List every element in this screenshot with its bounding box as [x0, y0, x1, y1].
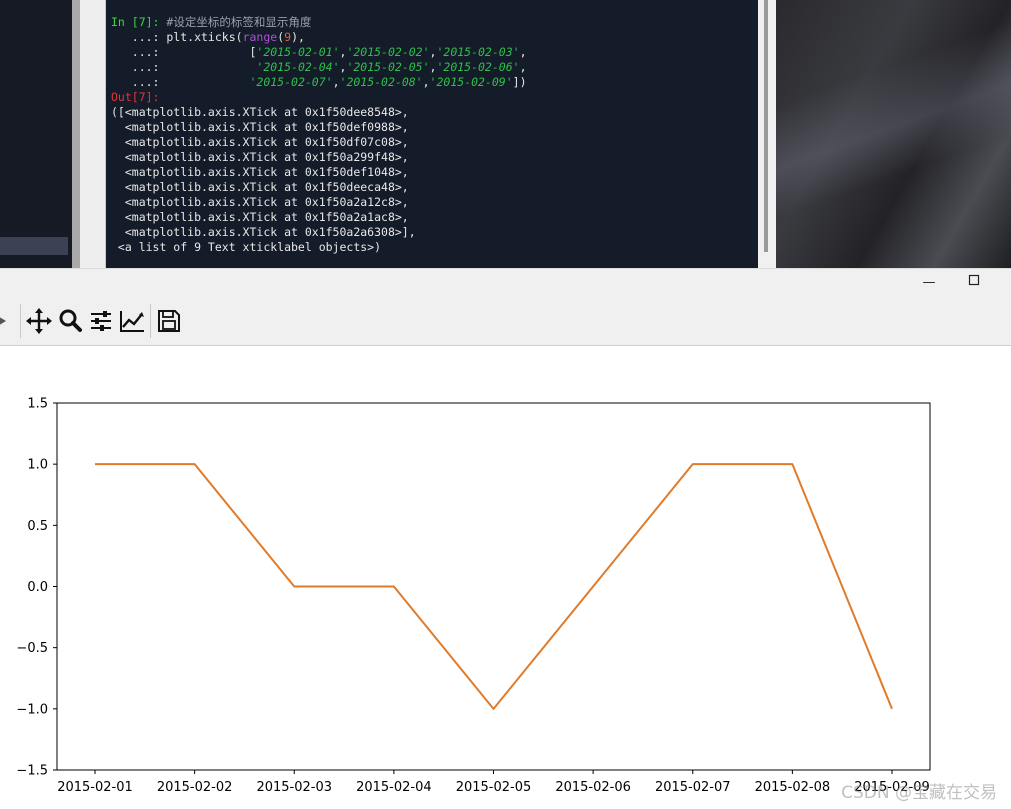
- forward-arrow-icon: [0, 317, 6, 325]
- console-token: <matplotlib.axis.XTick at 0x1f50a299f48>…: [111, 150, 409, 164]
- x-tick-label: 2015-02-02: [157, 780, 233, 795]
- y-tick-label: 1.5: [27, 397, 48, 412]
- console-token: <matplotlib.axis.XTick at 0x1f50a2a1ac8>…: [111, 210, 409, 224]
- zoom-button[interactable]: [55, 306, 85, 336]
- console-token: ,: [519, 45, 527, 59]
- y-tick-label: −1.0: [16, 702, 48, 717]
- console-token: '2015-02-06': [436, 60, 520, 74]
- console-token: <matplotlib.axis.XTick at 0x1f50a2a6308>…: [111, 225, 416, 239]
- console-token: ,: [422, 75, 430, 89]
- console-line: <matplotlib.axis.XTick at 0x1f50df07c08>…: [111, 135, 409, 149]
- watermark: CSDN @宝藏在交易: [841, 783, 997, 803]
- x-tick-label: 2015-02-03: [256, 780, 332, 795]
- console-token: <matplotlib.axis.XTick at 0x1f50a2a12c8>…: [111, 195, 409, 209]
- forward-button[interactable]: [0, 306, 16, 336]
- console-line: ...: '2015-02-04','2015-02-05','2015-02-…: [111, 60, 527, 74]
- console-token: range: [242, 30, 278, 44]
- console-token: ,: [332, 75, 340, 89]
- x-tick-label: 2015-02-01: [57, 780, 133, 795]
- console-token: ...: [: [111, 45, 257, 59]
- console-line: <matplotlib.axis.XTick at 0x1f50a2a1ac8>…: [111, 210, 409, 224]
- console-token: ...:: [111, 75, 250, 89]
- console-token: '2015-02-05': [346, 60, 430, 74]
- console-token: Out[7]:: [111, 90, 160, 104]
- console-token: '2015-02-02': [346, 45, 430, 59]
- console-scrollbar[interactable]: [758, 0, 776, 268]
- y-tick-label: −1.5: [16, 764, 48, 779]
- console-line: <matplotlib.axis.XTick at 0x1f50def1048>…: [111, 165, 409, 179]
- console-strip: In [7]: #设定坐标的标签和显示角度 ...: plt.xticks(ra…: [0, 0, 1011, 268]
- background-photo: [776, 0, 1011, 268]
- y-tick-label: 1.0: [27, 458, 48, 473]
- console-token: <a list of 9 Text xticklabel objects>): [111, 240, 382, 254]
- console-token: ([<matplotlib.axis.XTick at 0x1f50dee854…: [111, 105, 409, 119]
- console-token: In [7]:: [111, 15, 167, 29]
- x-tick-label: 2015-02-04: [356, 780, 432, 795]
- console-token: '2015-02-01': [256, 45, 340, 59]
- x-tick-label: 2015-02-05: [456, 780, 532, 795]
- console-token: ]): [512, 75, 527, 89]
- console-line: ...: ['2015-02-01','2015-02-02','2015-02…: [111, 45, 527, 59]
- console-token: ),: [291, 30, 305, 44]
- selected-row[interactable]: [0, 237, 68, 255]
- zoom-magnifier-icon: [59, 309, 82, 332]
- save-button[interactable]: [154, 306, 184, 336]
- figure-titlebar: —: [0, 268, 1011, 299]
- pan-button[interactable]: [24, 306, 54, 336]
- console-line: ...: plt.xticks(range(9),: [111, 30, 305, 44]
- scrollbar-thumb[interactable]: [764, 0, 768, 252]
- save-floppy-icon: [158, 310, 180, 332]
- console-token: '2015-02-09': [429, 75, 513, 89]
- console-line: <matplotlib.axis.XTick at 0x1f50a299f48>…: [111, 150, 409, 164]
- configure-subplots-icon: [91, 311, 111, 331]
- maximize-icon: [968, 274, 980, 286]
- toolbar-separator: [150, 304, 151, 338]
- console-token: ,: [519, 60, 527, 74]
- console-gutter: [80, 0, 106, 268]
- console-line: ([<matplotlib.axis.XTick at 0x1f50dee854…: [111, 105, 409, 119]
- console-line: Out[7]:: [111, 90, 159, 104]
- y-tick-label: −0.5: [16, 641, 48, 656]
- maximize-button[interactable]: [960, 271, 988, 295]
- x-tick-label: 2015-02-08: [755, 780, 831, 795]
- console-token: <matplotlib.axis.XTick at 0x1f50def0988>…: [111, 120, 409, 134]
- axes-frame: [56, 402, 931, 771]
- console-line: <matplotlib.axis.XTick at 0x1f50a2a12c8>…: [111, 195, 409, 209]
- figure-toolbar: [0, 298, 1011, 346]
- console-line: <matplotlib.axis.XTick at 0x1f50def0988>…: [111, 120, 409, 134]
- console-token: #设定坐标的标签和显示角度: [166, 15, 312, 29]
- console-line: ...: '2015-02-07','2015-02-08','2015-02-…: [111, 75, 527, 89]
- x-tick-label: 2015-02-06: [555, 780, 631, 795]
- console-token: <matplotlib.axis.XTick at 0x1f50def1048>…: [111, 165, 409, 179]
- edit-axis-line-icon: [120, 311, 144, 332]
- configure-subplots-button[interactable]: [86, 306, 116, 336]
- console-line: <a list of 9 Text xticklabel objects>): [111, 240, 381, 254]
- line-chart: 1.5 1.0 0.5 0.0 −0.5 −1.0 −1.5 2015-02-01 2015-0…: [16, 397, 931, 795]
- edit-axis-button[interactable]: [117, 306, 147, 336]
- console-line: <matplotlib.axis.XTick at 0x1f50a2a6308>…: [111, 225, 416, 239]
- console-token: '2015-02-03': [436, 45, 520, 59]
- console-token: ...: plt.xticks(: [111, 30, 243, 44]
- toolbar-separator: [20, 304, 21, 338]
- minimize-button[interactable]: —: [915, 271, 943, 295]
- console-token: '2015-02-04': [256, 60, 340, 74]
- console-line: In [7]: #设定坐标的标签和显示角度: [111, 15, 311, 29]
- y-tick-label: 0.0: [27, 580, 48, 595]
- left-scrollbar[interactable]: [72, 0, 80, 268]
- file-explorer-pane[interactable]: [0, 0, 72, 268]
- console-token: <matplotlib.axis.XTick at 0x1f50df07c08>…: [111, 135, 409, 149]
- console-token: '2015-02-08': [339, 75, 423, 89]
- pan-move-icon: [26, 308, 52, 334]
- console-token: <matplotlib.axis.XTick at 0x1f50deeca48>…: [111, 180, 409, 194]
- x-tick-label: 2015-02-07: [655, 780, 731, 795]
- figure-canvas[interactable]: 1.5 1.0 0.5 0.0 −0.5 −1.0 −1.5 2015-02-01 2015-0…: [0, 346, 1011, 809]
- console-token: '2015-02-07': [249, 75, 333, 89]
- console-token: ...:: [111, 60, 257, 74]
- y-tick-label: 0.5: [27, 519, 48, 534]
- console-output: In [7]: #设定坐标的标签和显示角度 ...: plt.xticks(ra…: [111, 15, 527, 255]
- console-line: <matplotlib.axis.XTick at 0x1f50deeca48>…: [111, 180, 409, 194]
